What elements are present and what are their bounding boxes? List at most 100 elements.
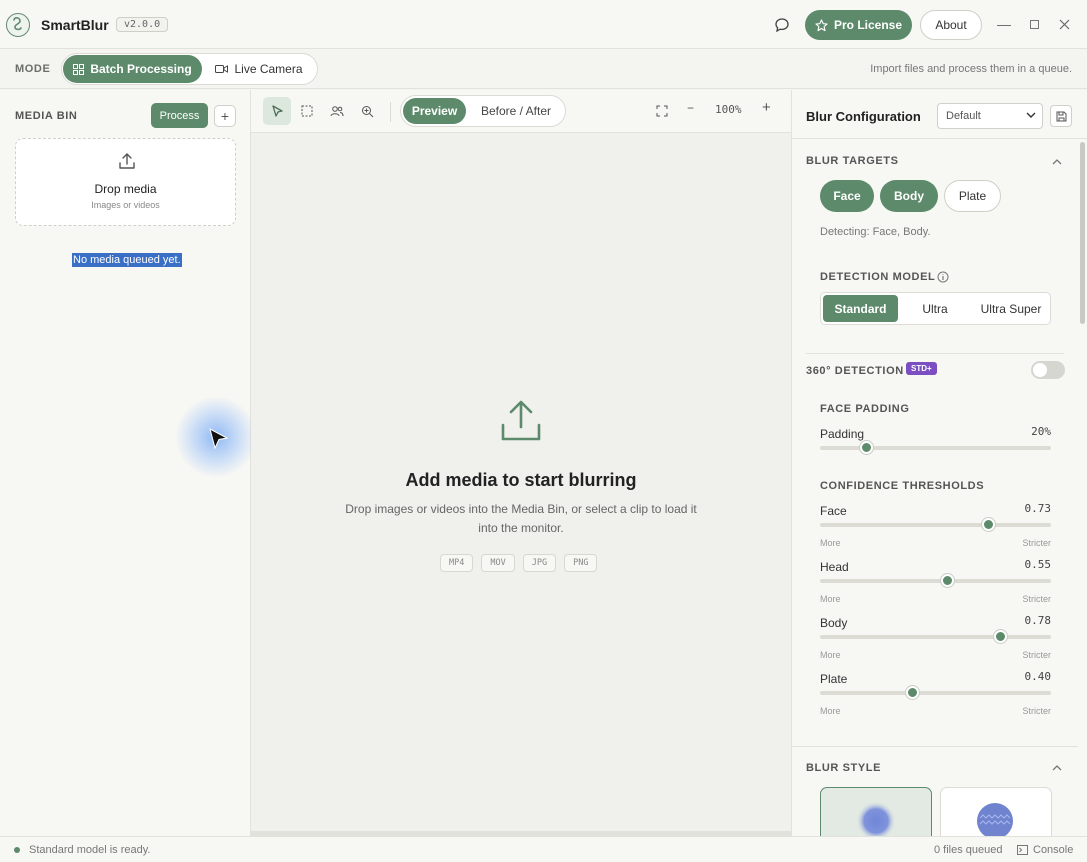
config-header: Blur Configuration Default [792, 90, 1087, 139]
toggle-knob [1033, 363, 1047, 377]
model-ultra-button[interactable]: Ultra [905, 295, 965, 322]
minimize-icon[interactable]: — [994, 14, 1014, 34]
fullscreen-icon[interactable] [648, 97, 676, 125]
people-tool-icon[interactable] [323, 97, 351, 125]
mode-bar: MODE Batch Processing Live Camera Import… [0, 49, 1087, 89]
empty-state-title: Add media to start blurring [405, 470, 637, 490]
threshold-body-slider[interactable] [820, 635, 1051, 639]
threshold-face-value: 0.73 [1024, 502, 1052, 515]
mode-label: MODE [15, 63, 51, 75]
threshold-plate-slider[interactable] [820, 691, 1051, 695]
threshold-face-slider[interactable] [820, 523, 1051, 527]
threshold-head-slider[interactable] [820, 579, 1051, 583]
chevron-up-icon[interactable] [1051, 156, 1063, 168]
blur-style-title: BLUR STYLE [806, 762, 882, 774]
pro-license-button[interactable]: Pro License [805, 10, 912, 40]
status-indicator [14, 847, 20, 853]
model-standard-button[interactable]: Standard [823, 295, 898, 322]
console-icon [1017, 845, 1028, 855]
threshold-head-label: Head [820, 560, 849, 574]
target-face-chip[interactable]: Face [820, 180, 874, 212]
pattern-blur-icon [977, 803, 1013, 836]
info-icon[interactable] [937, 271, 949, 283]
padding-label: Padding [820, 427, 865, 441]
padding-slider[interactable] [820, 446, 1051, 450]
zoom-in-button[interactable]: + [762, 99, 771, 116]
maximize-icon[interactable] [1024, 14, 1044, 34]
grid-icon [73, 63, 85, 75]
threshold-head-handle[interactable] [940, 574, 954, 587]
threshold-face-handle[interactable] [982, 518, 996, 531]
format-badge: PNG [564, 554, 598, 572]
threshold-body-label: Body [820, 616, 848, 630]
before-after-tab[interactable]: Before / After [473, 98, 559, 124]
supported-formats: MP4 MOV JPG PNG [440, 554, 598, 572]
section-divider [792, 746, 1078, 747]
zoom-level: 100% [715, 103, 742, 116]
select-tool-icon[interactable] [263, 97, 291, 125]
config-title: Blur Configuration [806, 109, 921, 124]
add-media-button[interactable]: + [214, 105, 236, 127]
threshold-head-high-label: Stricter [1022, 594, 1051, 604]
star-icon [815, 18, 828, 31]
detection-360-title: 360° DETECTION [806, 365, 904, 377]
blur-style-pattern[interactable] [940, 787, 1052, 836]
app-logo-icon [6, 13, 30, 37]
threshold-body-high-label: Stricter [1022, 650, 1051, 660]
blur-config-panel: Blur Configuration Default BLUR TARGETS … [791, 90, 1087, 836]
threshold-plate-low-label: More [820, 706, 841, 716]
chat-icon[interactable] [774, 17, 790, 33]
gaussian-blur-icon [856, 801, 896, 836]
target-body-chip[interactable]: Body [880, 180, 938, 212]
media-bin-title: MEDIA BIN [15, 110, 78, 122]
title-bar: SmartBlur v2.0.0 Pro License About — [0, 0, 1087, 49]
blur-targets-title: BLUR TARGETS [806, 155, 899, 167]
mode-hint: Import files and process them in a queue… [870, 63, 1072, 75]
confidence-thresholds-title: CONFIDENCE THRESHOLDS [820, 480, 985, 492]
process-button[interactable]: Process [151, 103, 208, 128]
blur-style-gaussian[interactable] [820, 787, 932, 836]
preset-value: Default [946, 110, 981, 122]
detection-model-title: DETECTION MODEL [820, 271, 936, 283]
chevron-up-icon[interactable] [1051, 762, 1063, 774]
scrollbar-thumb[interactable] [1080, 142, 1085, 324]
upload-large-icon [501, 400, 541, 441]
format-badge: MP4 [440, 554, 474, 572]
pro-license-label: Pro License [833, 18, 903, 32]
model-ultra-super-button[interactable]: Ultra Super [972, 295, 1050, 322]
zoom-out-button[interactable]: − [687, 101, 694, 115]
format-badge: JPG [522, 554, 557, 572]
marquee-tool-icon[interactable] [293, 97, 321, 125]
save-preset-button[interactable] [1050, 105, 1072, 127]
batch-processing-label: Batch Processing [90, 62, 192, 76]
status-bar: Standard model is ready. 0 files queued … [0, 836, 1087, 862]
mouse-cursor-icon [209, 428, 229, 450]
threshold-plate-value: 0.40 [1024, 670, 1052, 683]
upload-icon [119, 153, 135, 169]
live-camera-tab[interactable]: Live Camera [208, 55, 310, 83]
threshold-plate-high-label: Stricter [1022, 706, 1051, 716]
threshold-body-handle[interactable] [993, 630, 1007, 643]
version-badge: v2.0.0 [116, 17, 169, 32]
close-icon[interactable] [1054, 14, 1074, 34]
status-text: Standard model is ready. [29, 844, 151, 856]
media-dropzone[interactable]: Drop media Images or videos [15, 138, 236, 226]
batch-processing-tab[interactable]: Batch Processing [63, 55, 202, 83]
toolbar-divider [390, 102, 391, 122]
preset-select[interactable]: Default [937, 103, 1043, 129]
padding-slider-handle[interactable] [859, 441, 873, 454]
app-name: SmartBlur [41, 17, 109, 33]
about-button[interactable]: About [920, 10, 982, 40]
empty-queue-text: No media queued yet. [72, 253, 182, 267]
console-label: Console [1033, 844, 1074, 856]
threshold-plate-handle[interactable] [905, 686, 919, 699]
threshold-face-high-label: Stricter [1022, 538, 1051, 548]
threshold-head-low-label: More [820, 594, 841, 604]
target-plate-chip[interactable]: Plate [944, 180, 1001, 212]
detecting-text: Detecting: Face, Body. [820, 226, 931, 238]
console-button[interactable]: Console [1017, 844, 1073, 856]
preview-tab[interactable]: Preview [403, 98, 466, 124]
zoom-tool-icon[interactable] [353, 97, 381, 125]
threshold-face-low-label: More [820, 538, 841, 548]
monitor-panel: Preview Before / After − 100% + Add medi… [251, 90, 791, 836]
